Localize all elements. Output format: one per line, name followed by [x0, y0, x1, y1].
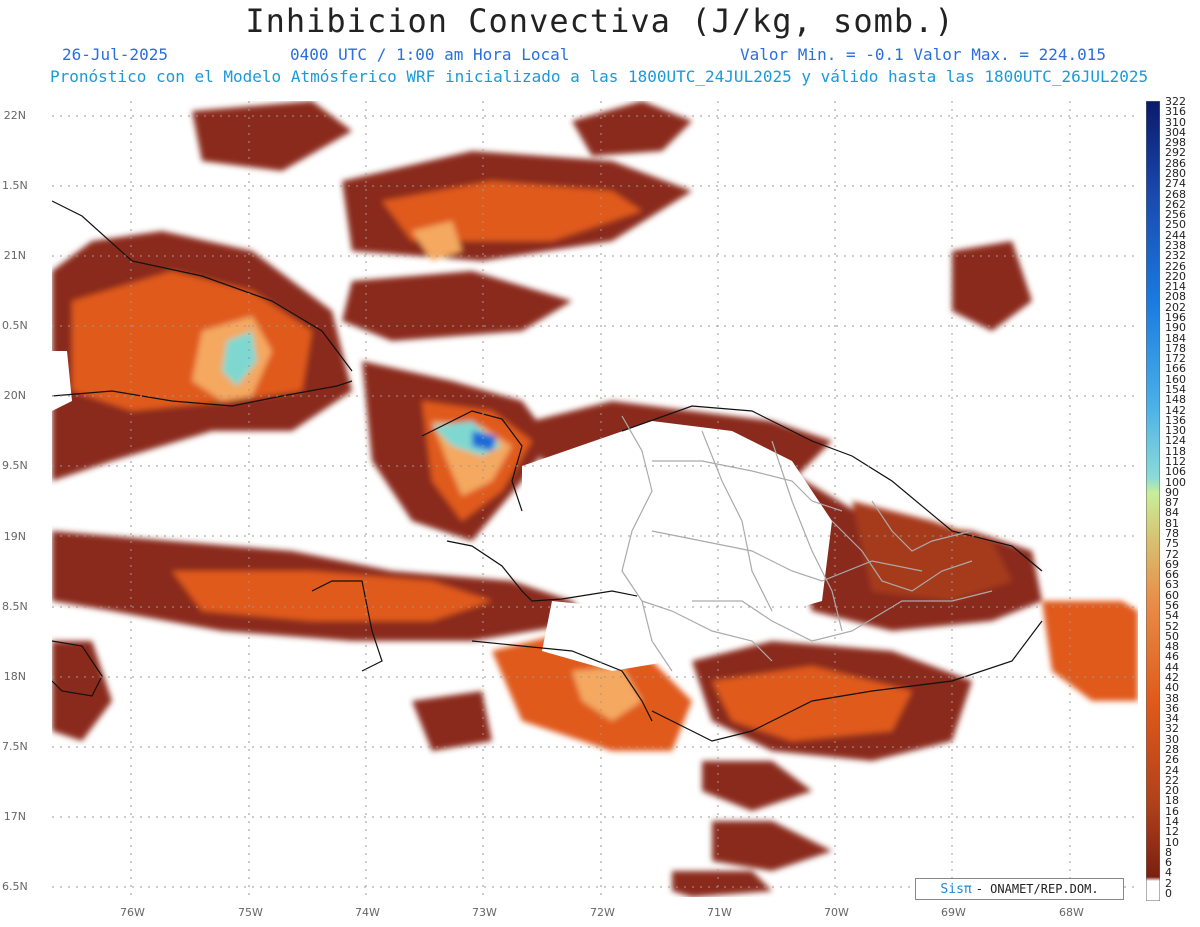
lat-label: 18N: [3, 670, 26, 683]
colorbar-label: 0: [1165, 887, 1172, 900]
time-label: 0400 UTC / 1:00 am Hora Local: [290, 45, 570, 64]
minmax-label: Valor Min. = -0.1 Valor Max. = 224.015: [740, 45, 1107, 64]
lat-label: 9.5N: [2, 459, 28, 472]
lon-label: 75W: [238, 906, 263, 919]
lon-label: 76W: [120, 906, 145, 919]
map-title: Inhibicion Convectiva (J/kg, somb.): [245, 2, 955, 40]
lon-label: 68W: [1059, 906, 1084, 919]
lon-label: 73W: [472, 906, 497, 919]
colorbar: [1146, 101, 1160, 901]
lat-label: 7.5N: [2, 740, 28, 753]
credit-text: - ONAMET/REP.DOM.: [975, 882, 1099, 896]
lon-label: 70W: [824, 906, 849, 919]
date-label: 26-Jul-2025: [62, 45, 168, 64]
lat-label: 20N: [3, 389, 26, 402]
subtitle: Pronóstico con el Modelo Atmósferico WRF…: [50, 67, 1149, 86]
lon-label: 69W: [941, 906, 966, 919]
map-canvas: [52, 101, 1138, 897]
lat-label: 8.5N: [2, 600, 28, 613]
lon-label: 72W: [590, 906, 615, 919]
lat-label: 1.5N: [2, 179, 28, 192]
lat-label: 17N: [3, 810, 26, 823]
lat-label: 21N: [3, 249, 26, 262]
lat-label: 6.5N: [2, 880, 28, 893]
lat-label: 19N: [3, 530, 26, 543]
credit-brand: Sisπ: [940, 881, 972, 897]
lon-label: 71W: [707, 906, 732, 919]
lon-label: 74W: [355, 906, 380, 919]
credit-box: Sisπ - ONAMET/REP.DOM.: [915, 878, 1124, 900]
lat-label: 0.5N: [2, 319, 28, 332]
lat-label: 22N: [3, 109, 26, 122]
